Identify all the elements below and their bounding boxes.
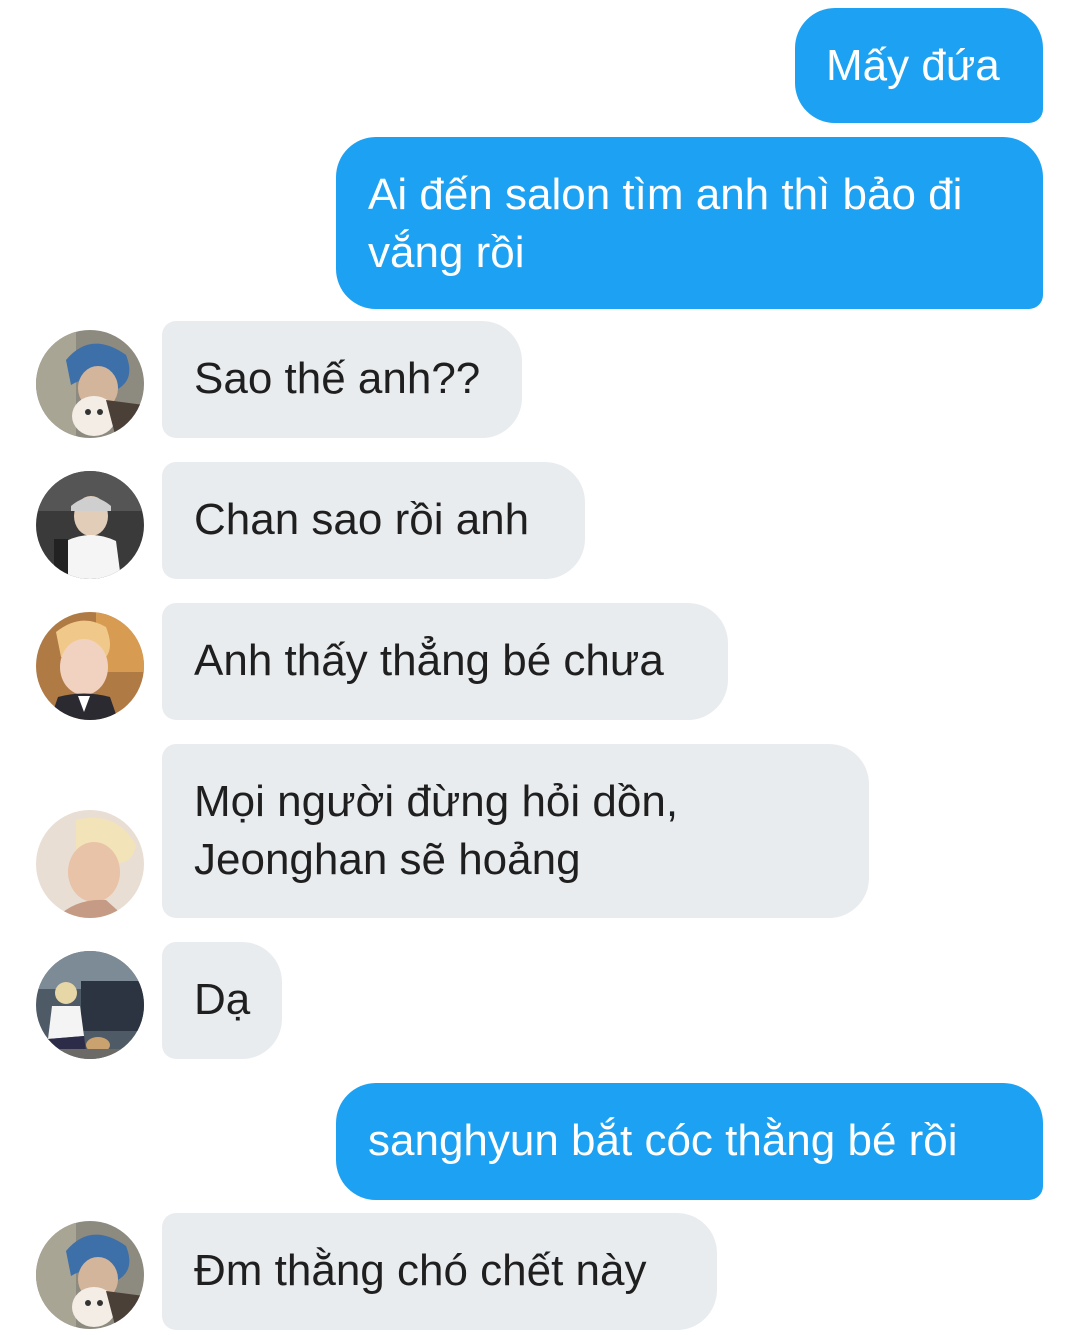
white-shirt-photo-icon: [36, 471, 144, 579]
outgoing-message-bubble[interactable]: Ai đến salon tìm anh thì bảo đi vắng rồi: [336, 137, 1043, 309]
blue-hair-photo-icon: [36, 1221, 144, 1329]
blue-hair-photo-icon: [36, 330, 144, 438]
outgoing-message-bubble[interactable]: sanghyun bắt cóc thằng bé rồi: [336, 1083, 1043, 1200]
blond-profile-photo-icon: [36, 810, 144, 918]
incoming-message-bubble[interactable]: Anh thấy thẳng bé chưa: [162, 603, 728, 720]
outgoing-message-bubble[interactable]: Mấy đứa: [795, 8, 1043, 123]
incoming-message-bubble[interactable]: Đm thằng chó chết này: [162, 1213, 717, 1330]
incoming-message-bubble[interactable]: Mọi người đừng hỏi dồn, Jeonghan sẽ hoản…: [162, 744, 869, 918]
incoming-message-bubble[interactable]: Dạ: [162, 942, 282, 1059]
avatar-blond-profile[interactable]: [36, 810, 144, 918]
crouching-photo-icon: [36, 951, 144, 1059]
chat-thread: Mấy đứa Ai đến salon tìm anh thì bảo đi …: [0, 0, 1080, 1335]
avatar-crouching-with-dog[interactable]: [36, 951, 144, 1059]
avatar-blue-hair-with-dog[interactable]: [36, 1221, 144, 1329]
avatar-blond-selfie[interactable]: [36, 612, 144, 720]
blond-selfie-photo-icon: [36, 612, 144, 720]
incoming-message-bubble[interactable]: Sao thế anh??: [162, 321, 522, 438]
avatar-white-shirt-cap[interactable]: [36, 471, 144, 579]
incoming-message-bubble[interactable]: Chan sao rồi anh: [162, 462, 585, 579]
avatar-blue-hair-with-dog[interactable]: [36, 330, 144, 438]
